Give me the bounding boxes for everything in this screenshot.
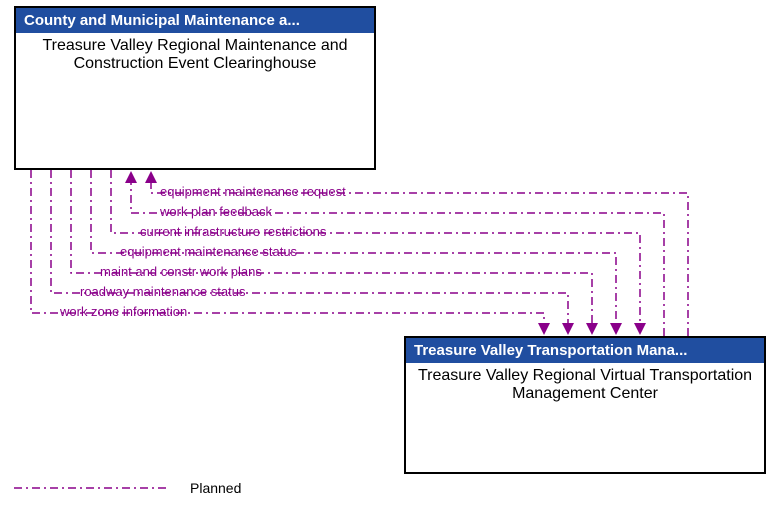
source-header: County and Municipal Maintenance a... xyxy=(16,8,374,33)
flow-label-2: current infrastructure restrictions xyxy=(140,224,326,239)
flow-label-0: equipment maintenance request xyxy=(160,184,346,199)
target-body: Treasure Valley Regional Virtual Transpo… xyxy=(406,363,764,407)
flow-label-5: roadway maintenance status xyxy=(80,284,245,299)
flow-label-1: work plan feedback xyxy=(160,204,272,219)
flow-label-3: equipment maintenance status xyxy=(120,244,297,259)
source-body: Treasure Valley Regional Maintenance and… xyxy=(16,33,374,77)
target-node: Treasure Valley Transportation Mana... T… xyxy=(404,336,766,474)
legend-label: Planned xyxy=(190,480,241,496)
source-node: County and Municipal Maintenance a... Tr… xyxy=(14,6,376,170)
flow-label-6: work zone information xyxy=(60,304,187,319)
target-header: Treasure Valley Transportation Mana... xyxy=(406,338,764,363)
flow-label-4: maint and constr work plans xyxy=(100,264,262,279)
